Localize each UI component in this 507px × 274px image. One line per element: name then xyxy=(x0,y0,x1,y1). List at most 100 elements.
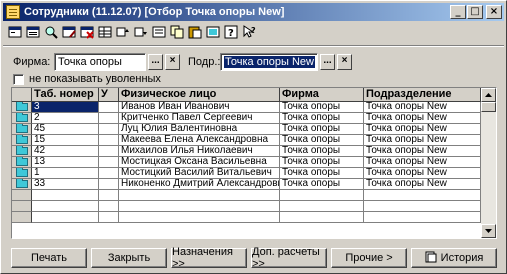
cell-person[interactable] xyxy=(119,212,280,223)
cell-division[interactable]: Точка опоры New xyxy=(364,168,481,179)
cell-person[interactable]: Михаилов Илья Николаевич xyxy=(119,146,280,157)
cell-fired[interactable] xyxy=(99,124,119,135)
title-bar[interactable]: Сотрудники (11.12.07) [Отбор Точка опоры… xyxy=(3,3,504,21)
cell-tab-number[interactable]: 15 xyxy=(32,135,99,146)
grid-icon[interactable] xyxy=(97,24,112,40)
cell-person[interactable]: Мостицкий Василий Витальевич xyxy=(119,168,280,179)
cell-person[interactable]: Луц Юлия Валентиновна xyxy=(119,124,280,135)
cell-firm[interactable]: Точка опоры xyxy=(280,102,364,113)
filter-icon[interactable] xyxy=(151,24,166,40)
cell-division[interactable]: Точка опоры New xyxy=(364,179,481,190)
history-button[interactable]: История xyxy=(411,248,497,268)
firm-browse-button[interactable]: ... xyxy=(148,54,163,70)
cell-firm[interactable] xyxy=(280,201,364,212)
header-firm[interactable]: Фирма xyxy=(280,88,364,102)
table-row[interactable]: 1 Мостицкий Василий Витальевич Точка опоры… xyxy=(12,168,481,179)
header-tab-number[interactable]: Таб. номер xyxy=(32,88,99,102)
cell-tab-number[interactable]: 45 xyxy=(32,124,99,135)
header-fired[interactable]: У xyxy=(99,88,119,102)
division-field[interactable]: Точка опоры New xyxy=(220,53,318,71)
table-row[interactable] xyxy=(12,212,481,223)
firm-field[interactable]: Точка опоры xyxy=(54,53,146,71)
cell-firm[interactable]: Точка опоры xyxy=(280,113,364,124)
cell-division[interactable]: Точка опоры New xyxy=(364,157,481,168)
edit-list-icon[interactable] xyxy=(61,24,76,40)
cell-tab-number[interactable] xyxy=(32,212,99,223)
cell-firm[interactable]: Точка опоры xyxy=(280,179,364,190)
cell-person[interactable]: Макеева Елена Александровна xyxy=(119,135,280,146)
firm-clear-button[interactable]: × xyxy=(165,54,180,70)
cell-fired[interactable] xyxy=(99,179,119,190)
cell-firm[interactable]: Точка опоры xyxy=(280,146,364,157)
cell-fired[interactable] xyxy=(99,157,119,168)
move-down-icon[interactable] xyxy=(133,24,148,40)
help-icon[interactable]: ? xyxy=(223,24,238,40)
cell-fired[interactable] xyxy=(99,102,119,113)
new-record-icon[interactable] xyxy=(7,24,22,40)
cell-tab-number[interactable] xyxy=(32,201,99,212)
table-row[interactable]: 45 Луц Юлия Валентиновна Точка опоры Точка … xyxy=(12,124,481,135)
print-button[interactable]: Печать xyxy=(11,248,87,268)
cell-firm[interactable]: Точка опоры xyxy=(280,168,364,179)
cell-tab-number[interactable]: 2 xyxy=(32,113,99,124)
table-row[interactable]: 42 Михаилов Илья Николаевич Точка опоры Точ… xyxy=(12,146,481,157)
cell-firm[interactable]: Точка опоры xyxy=(280,124,364,135)
copy-record-icon[interactable] xyxy=(25,24,40,40)
header-division[interactable]: Подразделение xyxy=(364,88,481,102)
cell-firm[interactable]: Точка опоры xyxy=(280,157,364,168)
cell-tab-number[interactable]: 33 xyxy=(32,179,99,190)
employees-table[interactable]: Таб. номер У Физическое лицо Фирма Подра… xyxy=(11,87,497,239)
table-row[interactable]: 3 Иванов Иван Иванович Точка опоры Точка оп… xyxy=(12,102,481,113)
table-row[interactable]: 33 Никоненко Дмитрий Александрович Точка о… xyxy=(12,179,481,190)
scroll-thumb[interactable] xyxy=(481,102,496,112)
cell-division[interactable]: Точка опоры New xyxy=(364,146,481,157)
cell-division[interactable] xyxy=(364,212,481,223)
table-row[interactable]: 2 Критченко Павел Сергеевич Точка опоры Точ… xyxy=(12,113,481,124)
table-row[interactable] xyxy=(12,190,481,201)
cell-fired[interactable] xyxy=(99,168,119,179)
cell-person[interactable]: Мостицкая Оксана Васильевна xyxy=(119,157,280,168)
assignments-button[interactable]: Назначения >> xyxy=(171,246,247,270)
cell-person[interactable] xyxy=(119,190,280,201)
cell-firm[interactable]: Точка опоры xyxy=(280,135,364,146)
paste-icon[interactable] xyxy=(187,24,202,40)
table-row[interactable] xyxy=(12,201,481,212)
extra-calc-button[interactable]: Доп. расчеты >> xyxy=(251,246,327,270)
delete-icon[interactable] xyxy=(79,24,94,40)
minimize-button[interactable]: _ xyxy=(450,5,466,19)
scroll-up-button[interactable] xyxy=(481,88,496,102)
cell-tab-number[interactable]: 1 xyxy=(32,168,99,179)
cell-division[interactable]: Точка опоры New xyxy=(364,124,481,135)
close-window-button[interactable]: × xyxy=(486,5,502,19)
cell-division[interactable] xyxy=(364,190,481,201)
hide-fired-checkbox[interactable] xyxy=(13,73,24,85)
division-clear-button[interactable]: × xyxy=(337,54,352,70)
cell-tab-number[interactable]: 42 xyxy=(32,146,99,157)
cell-person[interactable]: Критченко Павел Сергеевич xyxy=(119,113,280,124)
refresh-icon[interactable] xyxy=(205,24,220,40)
table-row[interactable]: 13 Мостицкая Оксана Васильевна Точка опоры… xyxy=(12,157,481,168)
move-up-icon[interactable] xyxy=(115,24,130,40)
find-icon[interactable] xyxy=(43,24,58,40)
cell-fired[interactable] xyxy=(99,201,119,212)
header-person[interactable]: Физическое лицо xyxy=(119,88,280,102)
cell-division[interactable] xyxy=(364,201,481,212)
cell-division[interactable]: Точка опоры New xyxy=(364,135,481,146)
cell-tab-number[interactable]: 13 xyxy=(32,157,99,168)
cell-fired[interactable] xyxy=(99,212,119,223)
close-button[interactable]: Закрыть xyxy=(91,248,167,268)
copy-icon[interactable] xyxy=(169,24,184,40)
cell-person[interactable]: Никоненко Дмитрий Александрович xyxy=(119,179,280,190)
cell-tab-number[interactable] xyxy=(32,190,99,201)
cell-firm[interactable] xyxy=(280,212,364,223)
table-row[interactable]: 15 Макеева Елена Александровна Точка опоры… xyxy=(12,135,481,146)
cell-firm[interactable] xyxy=(280,190,364,201)
cell-fired[interactable] xyxy=(99,113,119,124)
cell-division[interactable]: Точка опоры New xyxy=(364,113,481,124)
other-button[interactable]: Прочие > xyxy=(331,248,407,268)
division-browse-button[interactable]: ... xyxy=(320,54,335,70)
cell-fired[interactable] xyxy=(99,146,119,157)
cell-fired[interactable] xyxy=(99,190,119,201)
vertical-scrollbar[interactable] xyxy=(481,88,496,238)
pointer-help-icon[interactable]: ? xyxy=(241,24,256,40)
